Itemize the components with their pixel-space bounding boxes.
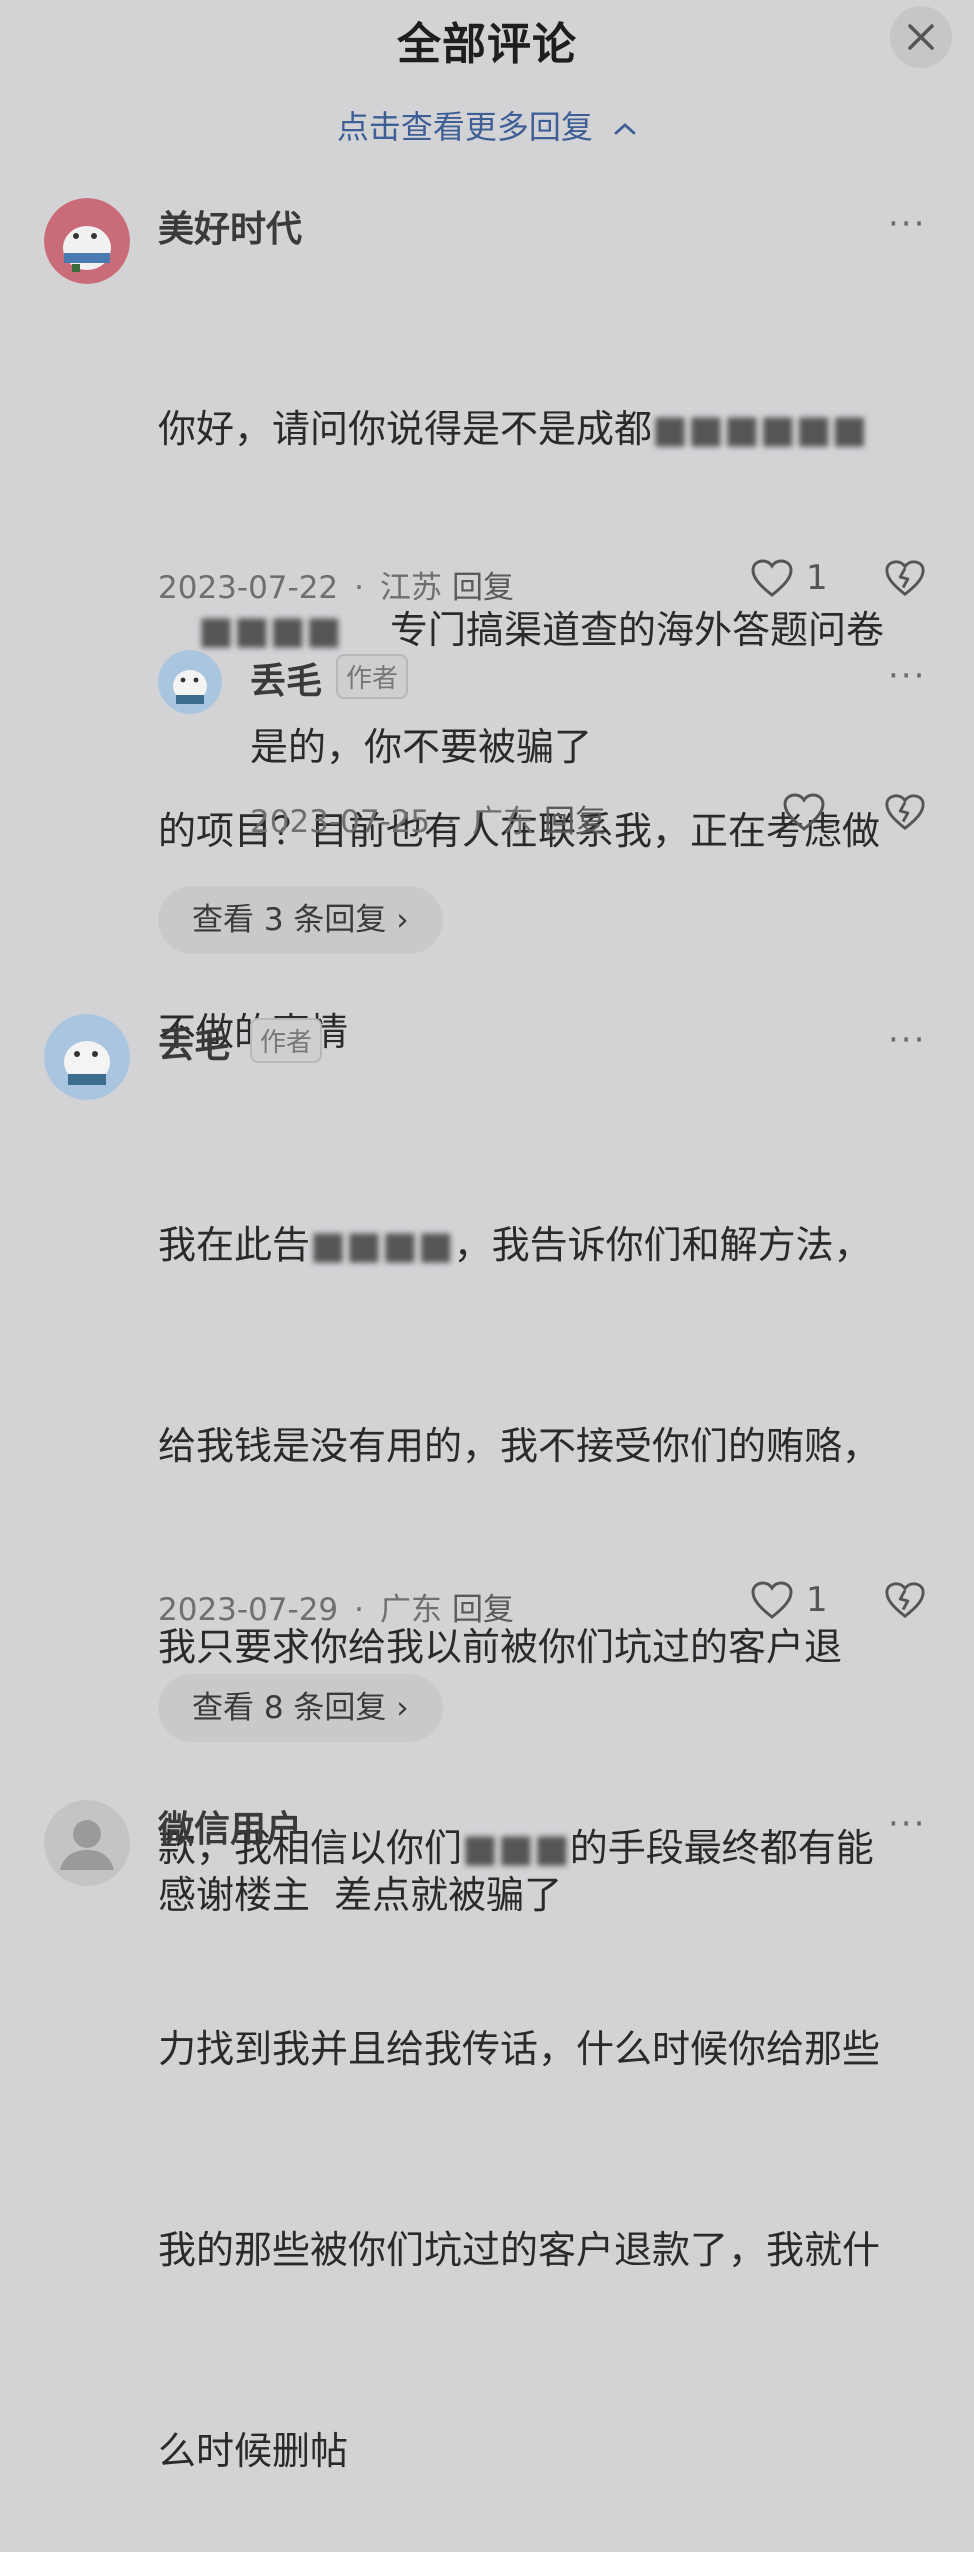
comment-meta: 2023-07-22 · 江苏 回复 <box>158 562 514 607</box>
broken-heart-icon <box>885 1582 925 1619</box>
comment-username[interactable]: 微信用户 <box>158 1800 302 1852</box>
like-button[interactable] <box>782 792 826 832</box>
comment-text-line: 我在此告 <box>158 1223 311 1267</box>
comment-text-line: 专门搞渠道查的海外答题问卷 <box>389 608 884 652</box>
heart-icon <box>783 793 825 831</box>
like-count: 1 <box>806 1580 828 1620</box>
reply-button[interactable]: 回复 <box>452 1592 514 1628</box>
dislike-button[interactable] <box>884 558 926 602</box>
comment-username[interactable]: 美好时代 <box>158 200 302 252</box>
chevron-up-icon <box>614 123 636 135</box>
load-more-replies-link[interactable]: 点击查看更多回复 <box>0 102 974 148</box>
dislike-button[interactable] <box>884 792 926 836</box>
comment-text: 是的，你不要被骗了 <box>250 725 593 769</box>
like-button[interactable]: 1 <box>750 1580 828 1620</box>
avatar[interactable] <box>44 1014 130 1100</box>
author-badge: 作者 <box>336 654 409 699</box>
comment-meta: 2023-07-29 · 广东 回复 <box>158 1584 514 1629</box>
comment-text-line: 我的那些被你们坑过的客户退款了，我就什 <box>158 2228 881 2272</box>
comment-location: 广东 <box>380 1592 443 1628</box>
reply-button[interactable]: 回复 <box>544 804 606 840</box>
avatar[interactable] <box>158 650 222 714</box>
comment-location: 广东 <box>472 804 535 840</box>
more-options-icon[interactable]: ··· <box>888 656 926 696</box>
page-title: 全部评论 <box>397 19 577 70</box>
view-replies-button[interactable]: 查看 3 条回复 › <box>158 886 443 954</box>
comment-date: 2023-07-29 <box>158 1592 339 1628</box>
close-button[interactable] <box>890 6 952 68</box>
more-options-icon[interactable]: ··· <box>888 1804 926 1844</box>
dislike-button[interactable] <box>884 1580 926 1624</box>
like-count: 1 <box>806 558 828 598</box>
separator: · <box>354 1592 365 1628</box>
close-icon <box>908 24 934 50</box>
comment-text: 感谢楼主 差点就被骗了 <box>158 1873 563 1917</box>
view-replies-button[interactable]: 查看 8 条回复 › <box>158 1674 443 1742</box>
comment-text-line: 的手段最终都有能 <box>569 1826 874 1870</box>
comment-text-line: 给我钱是没有用的，我不接受你们的贿赂， <box>158 1424 881 1468</box>
comment-text-line: 你好，请问你说得是不是成都 <box>158 407 653 451</box>
comment-username[interactable]: 丢毛 <box>250 652 322 704</box>
comment-username[interactable]: 丢毛 <box>158 1016 230 1068</box>
comment-meta: 2023-07-25 · 广东 回复 <box>250 796 606 841</box>
like-button[interactable]: 1 <box>750 558 828 598</box>
reply-button[interactable]: 回复 <box>452 570 514 606</box>
load-more-replies-label: 点击查看更多回复 <box>336 108 593 146</box>
comment-text-line: 么时候删帖 <box>158 2429 349 2473</box>
comment-location: 江苏 <box>380 570 443 606</box>
more-options-icon[interactable]: ··· <box>888 1020 926 1060</box>
comment-text-line: ，我告诉你们和解方法， <box>453 1223 872 1267</box>
comment-text-line: 力找到我并且给我传话，什么时候你给那些 <box>158 2027 881 2071</box>
blurred-text: ■■■■ <box>310 1223 454 1267</box>
separator: · <box>354 570 365 606</box>
broken-heart-icon <box>885 794 925 831</box>
more-options-icon[interactable]: ··· <box>888 204 926 244</box>
comment-date: 2023-07-22 <box>158 570 339 606</box>
heart-icon <box>751 559 793 597</box>
blurred-text: ■■■■■■ <box>652 407 868 451</box>
comment-date: 2023-07-25 <box>250 804 431 840</box>
avatar[interactable] <box>44 198 130 284</box>
separator: · <box>446 804 457 840</box>
author-badge: 作者 <box>250 1018 323 1063</box>
avatar[interactable] <box>44 1800 130 1886</box>
heart-icon <box>751 1581 793 1619</box>
broken-heart-icon <box>885 560 925 597</box>
